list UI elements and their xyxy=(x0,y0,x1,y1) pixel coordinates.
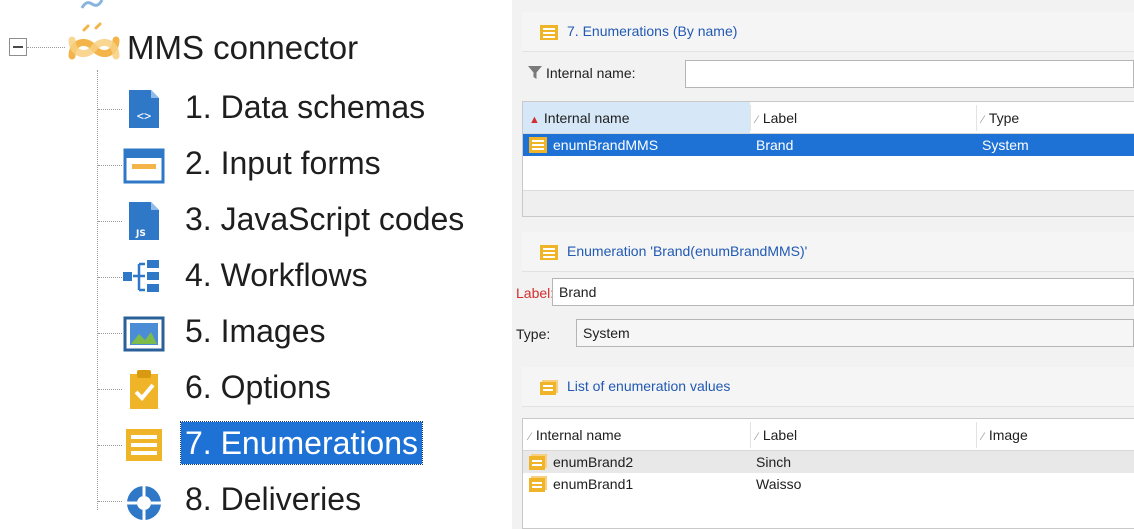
tree-item-data-schemas[interactable]: <> 1. Data schemas xyxy=(98,82,512,132)
svg-text:<>: <> xyxy=(137,109,151,123)
connector-icon xyxy=(68,22,120,60)
column-header-label[interactable]: ⁄ Label xyxy=(756,102,976,133)
enumeration-value-icon xyxy=(529,454,547,470)
cell-label: Waisso xyxy=(756,476,802,492)
enum-values-header: List of enumeration values xyxy=(522,367,1134,407)
collapse-toggle-icon[interactable] xyxy=(9,38,27,56)
column-header-image[interactable]: ⁄ Image xyxy=(982,419,1132,450)
column-header-internal-name[interactable]: ⁄ Internal name xyxy=(529,419,749,450)
tree-item-label: 1. Data schemas xyxy=(185,89,426,125)
sortable-icon: ⁄ xyxy=(756,431,758,443)
cell-internal-name: enumBrandMMS xyxy=(553,137,659,153)
sortable-icon: ⁄ xyxy=(529,431,531,443)
column-header-type[interactable]: ⁄ Type xyxy=(982,102,1132,133)
explorer-tree: MMS connector <> 1. Data schemas 2. Inpu… xyxy=(0,0,512,529)
tree-root-label[interactable]: MMS connector xyxy=(127,26,358,70)
tree-item-input-forms[interactable]: 2. Input forms xyxy=(98,138,512,188)
tree-item-workflows[interactable]: 4. Workflows xyxy=(98,250,512,300)
tree-guide-line xyxy=(27,47,65,48)
enum-values-title: List of enumeration values xyxy=(567,378,731,394)
enumeration-values-grid: ⁄ Internal name ⁄ Label ⁄ Image enumBrand2 … xyxy=(522,418,1134,529)
enum-detail-header: Enumeration 'Brand(enumBrandMMS)' xyxy=(522,232,1134,272)
grid-header: ▲ Internal name ⁄ Label ⁄ Type xyxy=(523,102,1134,134)
schema-file-icon: <> xyxy=(129,90,159,128)
sort-ascending-icon: ▲ xyxy=(529,114,540,126)
table-row[interactable]: enumBrandMMS Brand System xyxy=(523,134,1134,156)
sortable-icon: ⁄ xyxy=(756,114,758,126)
filter-label: Internal name: xyxy=(546,65,636,81)
enumeration-value-icon xyxy=(529,476,547,492)
enum-detail-title: Enumeration 'Brand(enumBrandMMS)' xyxy=(567,243,808,259)
table-row[interactable]: enumBrand2 Sinch xyxy=(523,451,1134,473)
tree-item-deliveries[interactable]: 8. Deliveries xyxy=(98,474,512,524)
tree-item-javascript-codes[interactable]: JS 3. JavaScript codes xyxy=(98,194,512,244)
label-field-label: Label: xyxy=(516,285,555,301)
cell-type: System xyxy=(982,137,1029,153)
clipboard-check-icon xyxy=(130,370,158,409)
cell-label: Sinch xyxy=(756,454,792,470)
form-window-icon xyxy=(123,148,165,184)
workflow-icon xyxy=(123,260,159,292)
delivery-icon xyxy=(127,486,161,520)
label-field-input[interactable] xyxy=(552,278,1134,306)
image-icon xyxy=(123,316,165,352)
tree-item-images[interactable]: 5. Images xyxy=(98,306,512,356)
sortable-icon: ⁄ xyxy=(982,431,984,443)
table-row[interactable]: enumBrand1 Waisso xyxy=(523,473,1134,495)
enum-list-header: 7. Enumerations (By name) xyxy=(522,12,1134,52)
cell-internal-name: enumBrand2 xyxy=(553,454,634,470)
tree-item-label: 6. Options xyxy=(185,369,331,405)
enumeration-icon xyxy=(126,429,162,461)
tree-item-label: 3. JavaScript codes xyxy=(185,201,465,237)
tree-item-label: 2. Input forms xyxy=(185,145,381,181)
partial-node-icon xyxy=(80,0,104,9)
svg-text:JS: JS xyxy=(135,229,146,239)
tree-item-options[interactable]: 6. Options xyxy=(98,362,512,412)
enumeration-icon xyxy=(540,25,558,40)
grid-header: ⁄ Internal name ⁄ Label ⁄ Image xyxy=(523,419,1134,451)
grid-footer xyxy=(523,190,1134,216)
internal-name-filter-input[interactable] xyxy=(685,60,1134,88)
cell-internal-name: enumBrand1 xyxy=(553,476,634,492)
tree-item-label: 4. Workflows xyxy=(185,257,368,293)
type-field-input[interactable] xyxy=(576,319,1134,347)
cell-label: Brand xyxy=(756,137,794,153)
enumeration-icon xyxy=(529,137,547,153)
type-field-label: Type: xyxy=(516,326,551,342)
js-file-icon: JS xyxy=(129,202,159,240)
enum-list-title: 7. Enumerations (By name) xyxy=(567,23,738,39)
filter-icon[interactable] xyxy=(528,66,542,80)
tree-item-label: 8. Deliveries xyxy=(185,481,362,517)
column-header-internal-name[interactable]: ▲ Internal name xyxy=(523,102,750,133)
tree-item-label: 5. Images xyxy=(185,313,326,349)
enumeration-icon xyxy=(540,245,558,260)
sortable-icon: ⁄ xyxy=(982,114,984,126)
tree-item-enumerations[interactable]: 7. Enumerations xyxy=(98,418,512,468)
enumeration-list-icon xyxy=(540,380,558,395)
column-header-label[interactable]: ⁄ Label xyxy=(756,419,976,450)
enumerations-grid: ▲ Internal name ⁄ Label ⁄ Type enumBrandMMS… xyxy=(522,101,1134,217)
tree-item-label: 7. Enumerations xyxy=(179,421,424,465)
